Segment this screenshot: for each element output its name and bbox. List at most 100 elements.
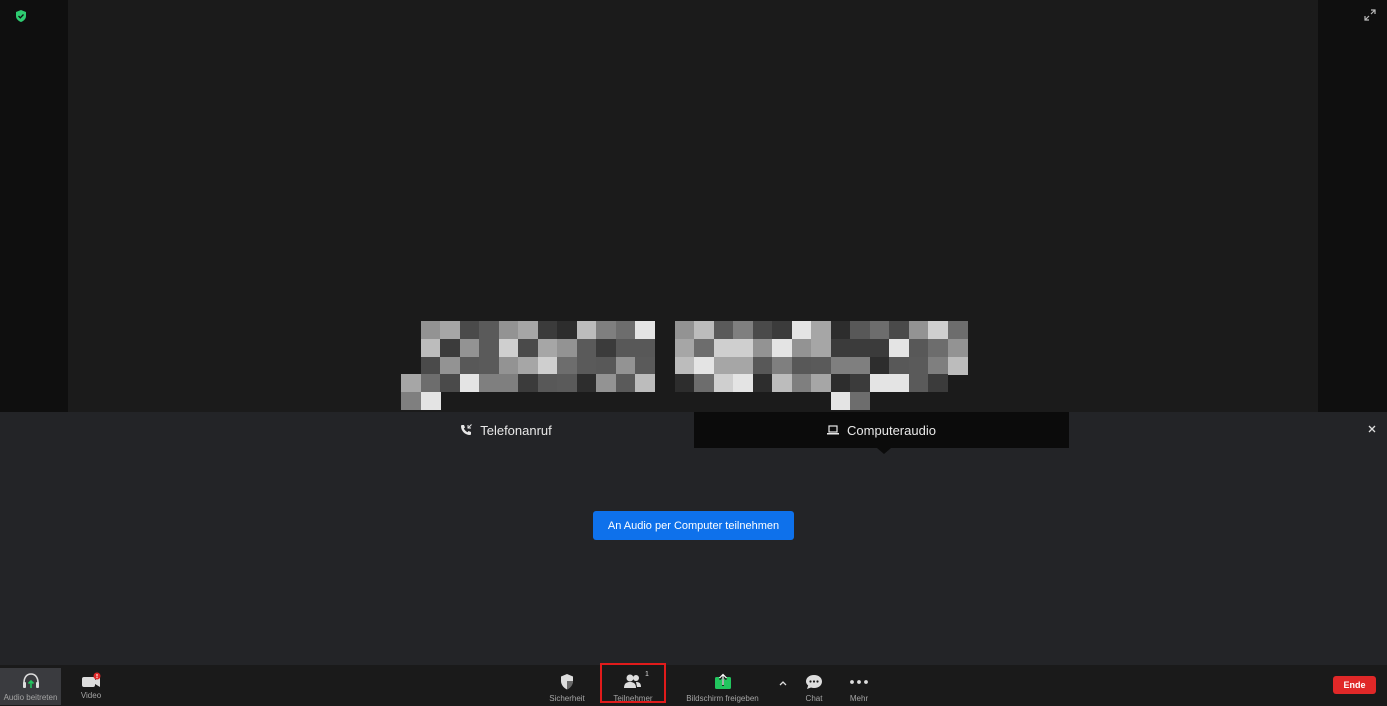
- pixel-block: [947, 338, 968, 357]
- pixel-block: [420, 338, 441, 357]
- pixel-block: [675, 321, 695, 339]
- pixel-block: [928, 374, 949, 393]
- security-label: Sicherheit: [549, 694, 585, 703]
- pixel-block: [791, 321, 812, 339]
- join-audio-button[interactable]: Audio beitreten: [0, 668, 61, 705]
- more-button[interactable]: Mehr: [846, 668, 872, 704]
- pixel-block: [752, 338, 773, 357]
- tab-phone-call[interactable]: Telefonanruf: [318, 412, 694, 448]
- security-shield-icon: [561, 674, 573, 690]
- active-tab-caret: [877, 448, 891, 454]
- pixel-block: [713, 321, 734, 339]
- pixel-block: [811, 321, 832, 339]
- pixel-block: [908, 338, 929, 357]
- video-camera-icon: [82, 672, 101, 687]
- pixel-block: [498, 356, 519, 375]
- pixel-block: [498, 338, 519, 357]
- pixel-block: [596, 374, 617, 393]
- pixel-block: [459, 374, 480, 393]
- pixel-block: [752, 356, 773, 375]
- pixel-block: [830, 356, 851, 375]
- video-button[interactable]: Video: [76, 668, 106, 704]
- pixel-block: [869, 374, 890, 393]
- chevron-up-icon[interactable]: [778, 678, 788, 688]
- pixel-block: [537, 321, 558, 339]
- video-area: [0, 0, 1387, 412]
- pixel-block: [440, 338, 461, 357]
- pixel-block: [401, 392, 421, 411]
- video-label: Video: [80, 691, 102, 700]
- pixelated-participant-name: [401, 321, 656, 411]
- pixel-block: [772, 356, 793, 375]
- pixel-block: [772, 338, 793, 357]
- join-audio-label: Audio beitreten: [3, 693, 58, 702]
- pixel-block: [557, 321, 578, 339]
- share-screen-icon: [714, 673, 731, 689]
- pixel-block: [791, 338, 812, 357]
- shield-icon[interactable]: [15, 10, 27, 22]
- pixel-block: [635, 321, 656, 339]
- participants-highlight-box: [600, 663, 666, 703]
- tab-phone-label: Telefonanruf: [480, 422, 552, 438]
- pixel-block: [479, 338, 500, 357]
- chat-label: Chat: [805, 694, 823, 703]
- end-meeting-button[interactable]: Ende: [1333, 676, 1376, 694]
- close-icon[interactable]: [1365, 422, 1379, 436]
- pixel-block: [537, 338, 558, 357]
- pixel-block: [459, 356, 480, 375]
- pixel-block: [537, 356, 558, 375]
- pixel-block: [811, 374, 832, 393]
- pixelated-participant-name: [675, 321, 968, 411]
- pixel-block: [615, 321, 636, 339]
- pixel-block: [889, 321, 910, 339]
- pixel-block: [869, 356, 890, 375]
- pixel-block: [576, 374, 597, 393]
- pixel-block: [928, 338, 949, 357]
- pixel-block: [830, 338, 851, 357]
- pixel-block: [889, 338, 910, 357]
- pixel-block: [811, 356, 832, 375]
- pixel-block: [635, 374, 656, 393]
- pixel-block: [420, 321, 441, 339]
- pixel-block: [596, 356, 617, 375]
- pixel-block: [947, 356, 968, 375]
- pixel-block: [576, 356, 597, 375]
- pixel-block: [811, 338, 832, 357]
- pixel-block: [694, 356, 715, 375]
- share-screen-button[interactable]: Bildschirm freigeben: [680, 668, 765, 704]
- pixel-block: [479, 356, 500, 375]
- fullscreen-icon[interactable]: [1363, 8, 1377, 22]
- pixel-block: [557, 374, 578, 393]
- pixel-block: [635, 338, 656, 357]
- pixel-block: [498, 374, 519, 393]
- pixel-block: [694, 338, 715, 357]
- pixel-block: [928, 321, 949, 339]
- pixel-block: [675, 356, 695, 375]
- pixel-block: [440, 321, 461, 339]
- pixel-block: [752, 321, 773, 339]
- pixel-block: [889, 374, 910, 393]
- pixel-block: [791, 374, 812, 393]
- tab-computer-audio[interactable]: Computeraudio: [694, 412, 1069, 448]
- chat-icon: [806, 675, 822, 689]
- pixel-block: [596, 338, 617, 357]
- pixel-block: [694, 321, 715, 339]
- audio-join-panel: Telefonanruf Computeraudio An Audio per …: [0, 412, 1387, 665]
- pixel-block: [850, 392, 871, 411]
- pixel-block: [830, 374, 851, 393]
- pixel-block: [772, 374, 793, 393]
- pixel-block: [576, 321, 597, 339]
- tab-computer-label: Computeraudio: [847, 422, 936, 438]
- security-button[interactable]: Sicherheit: [544, 668, 590, 704]
- more-icon: [850, 680, 868, 684]
- pixel-block: [772, 321, 793, 339]
- pixel-block: [615, 356, 636, 375]
- chat-button[interactable]: Chat: [802, 668, 826, 704]
- pixel-block: [791, 356, 812, 375]
- pixel-block: [420, 356, 441, 375]
- pixel-block: [947, 321, 968, 339]
- join-computer-audio-button[interactable]: An Audio per Computer teilnehmen: [593, 511, 794, 540]
- pixel-block: [576, 338, 597, 357]
- pixel-block: [518, 374, 539, 393]
- pixel-block: [498, 321, 519, 339]
